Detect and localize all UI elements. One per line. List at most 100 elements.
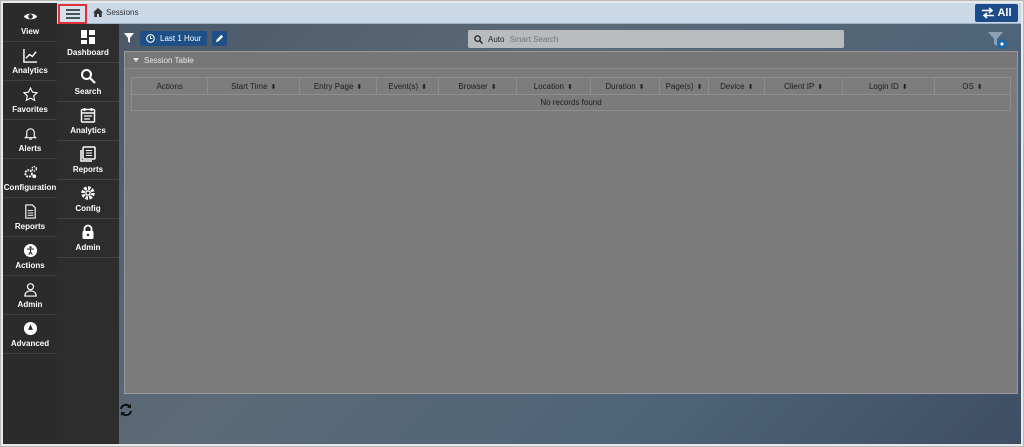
breadcrumb-label: Sessions (106, 8, 139, 17)
sort-icon: ⬍ (976, 83, 983, 91)
nav-item-label: Config (75, 204, 101, 213)
sort-icon: ⬍ (696, 83, 703, 91)
rail-item-advanced[interactable]: Advanced (3, 315, 57, 354)
nav-item-label: Reports (72, 165, 104, 174)
nav-item-label: Admin (75, 243, 101, 252)
smart-search-input[interactable]: Auto Smart Search (468, 30, 844, 48)
sort-icon: ⬍ (421, 83, 428, 91)
session-table: Actions Start Time ⬍ Entry Page ⬍ Event(s)… (130, 77, 1012, 111)
search-icon (81, 69, 96, 84)
nav-item-label: Search (74, 87, 102, 96)
document-icon (24, 203, 36, 219)
rail-item-label: Reports (14, 221, 46, 231)
rail-item-label: Actions (15, 260, 45, 270)
rail-item-favorites[interactable]: Favorites (3, 81, 57, 120)
main-content: Last 1 Hour Auto Smart Search Session Ta… (119, 24, 1021, 444)
nav-item-admin[interactable]: Admin (57, 219, 119, 258)
filter-toolbar: Last 1 Hour Auto Smart Search (124, 30, 1014, 50)
time-range-label: Last 1 Hour (160, 34, 202, 43)
refresh-icon[interactable] (119, 403, 133, 417)
search-icon (474, 34, 483, 44)
breadcrumb[interactable]: Sessions (93, 8, 138, 17)
compass-icon (23, 321, 37, 335)
column-header[interactable]: Login ID ⬍ (841, 77, 935, 95)
accessibility-icon (23, 243, 37, 257)
column-header[interactable]: Actions (130, 77, 209, 95)
session-table-panel: Session Table Actions Start Time ⬍ Entry … (124, 51, 1018, 394)
nav-item-dashboard[interactable]: Dashboard (57, 24, 119, 63)
user-icon (23, 282, 37, 297)
rail-item-configuration[interactable]: Configuration (3, 159, 57, 198)
all-toggle-button[interactable]: All (975, 4, 1018, 22)
column-header[interactable]: Entry Page ⬍ (299, 77, 378, 95)
nav-item-analytics[interactable]: Analytics (57, 102, 119, 141)
calendar-icon (80, 108, 96, 123)
rail-item-view[interactable]: View (3, 3, 57, 42)
table-row: No records found (131, 94, 1011, 111)
column-header[interactable]: Browser ⬍ (438, 77, 517, 95)
bell-icon (23, 127, 37, 140)
nav-item-reports[interactable]: Reports (57, 141, 119, 180)
eye-icon (23, 13, 37, 19)
column-header[interactable]: Location ⬍ (515, 77, 592, 95)
caret-down-icon (133, 58, 139, 62)
rail-item-label: Admin (17, 299, 43, 309)
clock-icon (146, 34, 155, 43)
column-header[interactable]: Client IP ⬍ (764, 77, 843, 95)
search-placeholder: Smart Search (509, 34, 559, 44)
rail-item-analytics[interactable]: Analytics (3, 42, 57, 81)
primary-sidebar: View Analytics Favorites Alerts Configur… (3, 3, 57, 444)
column-header[interactable]: Page(s) ⬍ (658, 77, 710, 95)
all-label: All (997, 7, 1012, 19)
rail-item-label: Configuration (3, 182, 57, 192)
rail-item-label: View (20, 26, 40, 36)
home-icon (93, 8, 103, 17)
swap-arrows-icon (982, 7, 995, 19)
column-header[interactable]: OS ⬍ (933, 77, 1012, 95)
book-icon (80, 146, 96, 162)
secondary-sidebar: Dashboard Search Analytics Reports Confi… (57, 3, 119, 444)
search-mode-label: Auto (488, 34, 505, 44)
column-header[interactable]: Event(s) ⬍ (376, 77, 440, 95)
panel-header[interactable]: Session Table (125, 52, 1017, 69)
sort-icon: ⬍ (270, 83, 277, 91)
nav-item-config[interactable]: Config (57, 180, 119, 219)
sort-icon: ⬍ (747, 83, 754, 91)
star-icon (22, 86, 38, 101)
nav-item-label: Dashboard (67, 48, 109, 57)
lock-icon (82, 224, 94, 239)
sort-icon: ⬍ (356, 83, 363, 91)
edit-time-button[interactable] (212, 31, 227, 46)
gears-icon (23, 165, 37, 178)
time-range-button[interactable]: Last 1 Hour (140, 31, 208, 46)
filter-settings-icon[interactable] (987, 31, 1009, 51)
table-header-row: Actions Start Time ⬍ Entry Page ⬍ Event(s)… (130, 77, 1012, 95)
gear-icon (81, 186, 95, 200)
rail-item-label: Analytics (12, 65, 48, 75)
empty-message: No records found (131, 94, 1011, 111)
column-header[interactable]: Start Time ⬍ (207, 77, 301, 95)
rail-item-label: Favorites (12, 104, 48, 114)
dashboard-icon (81, 30, 95, 44)
rail-item-reports[interactable]: Reports (3, 198, 57, 237)
rail-item-admin[interactable]: Admin (3, 276, 57, 315)
line-chart-icon (22, 48, 37, 63)
hamburger-icon (65, 9, 80, 19)
sort-icon: ⬍ (901, 83, 908, 91)
menu-toggle-button[interactable] (58, 4, 87, 24)
rail-item-alerts[interactable]: Alerts (3, 120, 57, 159)
pencil-icon (215, 34, 224, 43)
top-header: Sessions All (57, 3, 1021, 24)
nav-item-search[interactable]: Search (57, 63, 119, 102)
sort-icon: ⬍ (490, 83, 497, 91)
rail-item-label: Alerts (18, 143, 42, 153)
panel-title: Session Table (144, 55, 194, 65)
sort-icon: ⬍ (817, 83, 824, 91)
column-header[interactable]: Duration ⬍ (590, 77, 660, 95)
sort-icon: ⬍ (638, 83, 645, 91)
rail-item-label: Advanced (10, 338, 50, 348)
filter-icon[interactable] (124, 33, 134, 43)
column-header[interactable]: Device ⬍ (708, 77, 766, 95)
sort-icon: ⬍ (566, 83, 573, 91)
rail-item-actions[interactable]: Actions (3, 237, 57, 276)
